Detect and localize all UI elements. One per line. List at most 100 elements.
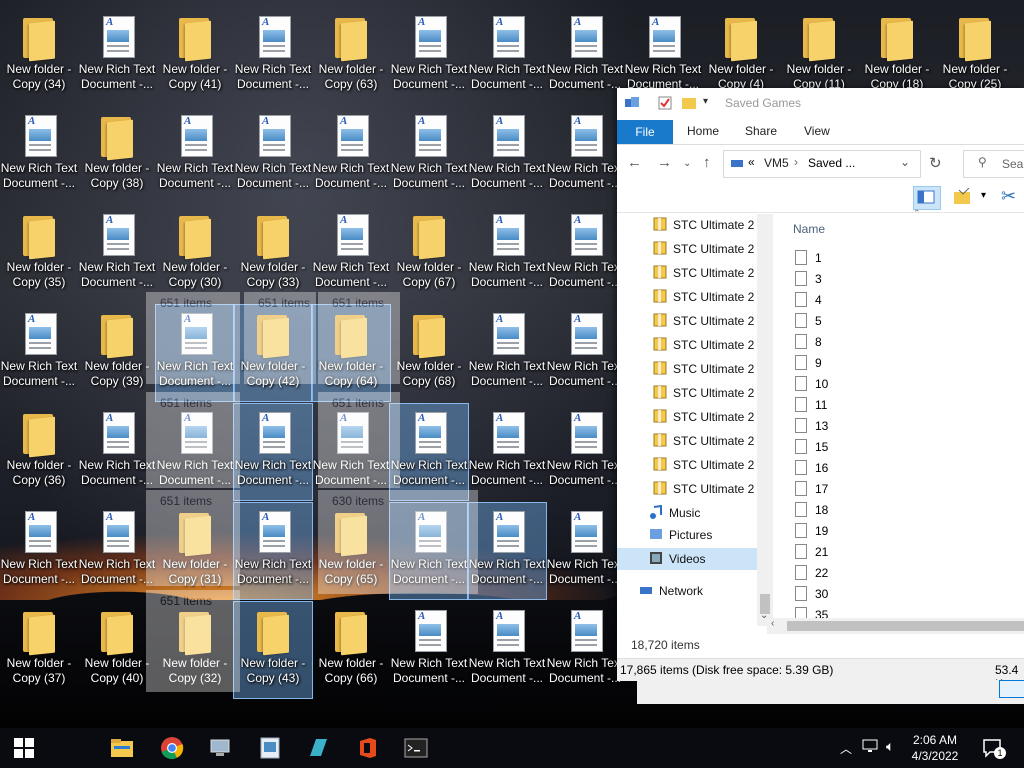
address-dropdown-icon[interactable]: ⌄ [900, 155, 910, 169]
nav-item[interactable]: STC Ultimate 2 [617, 358, 767, 380]
chrome-icon[interactable] [160, 736, 184, 760]
background-window-button[interactable] [999, 680, 1024, 698]
desktop-folder[interactable]: New folder - Copy (38) [78, 107, 156, 203]
nav-item[interactable]: STC Ultimate 2 [617, 382, 767, 404]
navigation-scrollbar[interactable]: ⌄ [757, 214, 773, 626]
desktop-document[interactable]: A New Rich Text Document -... [156, 107, 234, 203]
desktop-document[interactable]: A New Rich Text Document -... [0, 503, 78, 599]
desktop-document[interactable]: A New Rich Text Document -... [312, 107, 390, 203]
action-center-icon[interactable]: 1 [982, 737, 1006, 762]
desktop-folder[interactable]: New folder - Copy (39) [78, 305, 156, 401]
network-status-icon[interactable] [862, 738, 880, 757]
file-row[interactable]: 21 [795, 542, 995, 563]
volume-icon[interactable]: 🔈︎ [886, 738, 894, 755]
navigation-pane[interactable]: STC Ultimate 2 STC Ultimate 2 STC Ultimate… [617, 124, 767, 626]
quick-access-dropdown-icon[interactable]: ▾ [703, 96, 708, 107]
file-row[interactable]: 19 [795, 521, 995, 542]
tab-view[interactable]: View [804, 124, 830, 138]
network-computer-icon[interactable] [208, 736, 232, 760]
office-icon[interactable] [356, 736, 380, 760]
desktop-document[interactable]: A New Rich Text Document -... [78, 404, 156, 500]
desktop-document[interactable]: A New Rich Text Document -... [78, 503, 156, 599]
desktop-folder[interactable]: New folder - Copy (30) [156, 206, 234, 302]
desktop-document[interactable]: A New Rich Text Document -... [546, 404, 624, 500]
start-windows-icon[interactable] [14, 738, 38, 762]
desktop-document[interactable]: A New Rich Text Document -... [546, 602, 624, 698]
desktop-folder[interactable]: New folder - Copy (66) [312, 602, 390, 698]
file-row[interactable]: 18 [795, 500, 995, 521]
desktop-document[interactable]: A New Rich Text Document -... [468, 107, 546, 203]
file-row[interactable]: 30 [795, 584, 995, 605]
file-row[interactable]: 1 [795, 248, 995, 269]
desktop-document[interactable]: A New Rich Text Document -... [468, 8, 546, 104]
nav-item[interactable]: STC Ultimate 2 [617, 454, 767, 476]
desktop-folder[interactable]: New folder - Copy (67) [390, 206, 468, 302]
file-row[interactable]: 13 [795, 416, 995, 437]
column-header-name[interactable]: Name [793, 222, 825, 236]
file-row[interactable]: 22 [795, 563, 995, 584]
nav-item[interactable]: STC Ultimate 2 [617, 238, 767, 260]
horizontal-scrollbar[interactable]: ‹ [767, 618, 1024, 634]
nav-item[interactable]: Pictures [617, 524, 767, 546]
desktop-folder[interactable]: New folder - Copy (37) [0, 602, 78, 698]
nav-item[interactable]: STC Ultimate 2 [617, 478, 767, 500]
nav-item[interactable]: Videos [617, 548, 767, 570]
nav-item[interactable]: STC Ultimate 2 [617, 310, 767, 332]
notes-app-icon[interactable] [306, 736, 330, 760]
file-row[interactable]: 10 [795, 374, 995, 395]
file-row[interactable]: 17 [795, 479, 995, 500]
file-explorer-taskbar-icon[interactable] [110, 736, 134, 760]
desktop-document[interactable]: A New Rich Text Document -... [234, 8, 312, 104]
toolbar-dropdown-icon[interactable]: ▾ [981, 190, 986, 201]
desktop-document[interactable]: A New Rich Text Document -... [390, 107, 468, 203]
desktop-document[interactable]: A New Rich Text Document -... [390, 602, 468, 698]
desktop-folder[interactable]: New folder - Copy (43) [233, 601, 313, 699]
desktop-document[interactable]: A New Rich Text Document -... [546, 206, 624, 302]
desktop-document[interactable]: A New Rich Text Document -... [233, 502, 313, 600]
refresh-icon[interactable]: ↻ [929, 154, 942, 172]
desktop-folder[interactable]: New folder - Copy (63) [312, 8, 390, 104]
address-segment-saved-games[interactable]: Saved ... [808, 156, 855, 170]
select-all-icon[interactable] [953, 187, 973, 209]
file-list[interactable]: Name 1 3 4 5 8 9 10 11 13 15 16 17 18 19 21 22 30 35 [775, 214, 1024, 626]
nav-item[interactable]: STC Ultimate 2 [617, 406, 767, 428]
desktop-document[interactable]: A New Rich Text Document -... [467, 502, 547, 600]
cut-icon[interactable]: ✂ [1001, 186, 1016, 207]
desktop-document[interactable]: A New Rich Text Document -... [0, 305, 78, 401]
nav-item[interactable]: STC Ultimate 2 [617, 262, 767, 284]
file-row[interactable]: 15 [795, 437, 995, 458]
file-explorer-window[interactable]: ▾ Saved Games File Home Share View ← → ⌄… [617, 88, 1024, 691]
file-row[interactable]: 4 [795, 290, 995, 311]
desktop-document[interactable]: A New Rich Text Document -... [233, 403, 313, 501]
address-segment-vm5[interactable]: VM5 [764, 156, 789, 170]
desktop-document[interactable]: A New Rich Text Document -... [546, 503, 624, 599]
search-box[interactable]: ⚲ Sear [963, 150, 1024, 178]
desktop-document[interactable]: A New Rich Text Document -... [546, 305, 624, 401]
title-bar[interactable]: ▾ Saved Games [617, 88, 1024, 120]
desktop-document[interactable]: A New Rich Text Document -... [468, 206, 546, 302]
preview-pane-icon[interactable] [913, 186, 941, 210]
image-viewer-icon[interactable] [258, 736, 282, 760]
desktop-document[interactable]: A New Rich Text Document -... [312, 206, 390, 302]
quick-access-new-folder-icon[interactable] [681, 95, 697, 114]
desktop-document[interactable]: A New Rich Text Document -... [390, 8, 468, 104]
desktop-folder[interactable]: New folder - Copy (34) [0, 8, 78, 104]
desktop-document[interactable]: A New Rich Text Document -... [468, 602, 546, 698]
desktop-document[interactable]: A New Rich Text Document -... [389, 403, 469, 501]
desktop-document[interactable]: A New Rich Text Document -... [78, 8, 156, 104]
desktop-folder[interactable]: New folder - Copy (40) [78, 602, 156, 698]
desktop-folder[interactable]: New folder - Copy (68) [390, 305, 468, 401]
desktop-folder[interactable]: New folder - Copy (35) [0, 206, 78, 302]
desktop-document[interactable]: A New Rich Text Document -... [546, 8, 624, 104]
nav-item[interactable]: Network [617, 580, 767, 602]
nav-item[interactable]: STC Ultimate 2 [617, 334, 767, 356]
desktop-document[interactable]: A New Rich Text Document -... [468, 305, 546, 401]
desktop-folder[interactable]: New folder - Copy (33) [234, 206, 312, 302]
quick-access-properties-icon[interactable] [657, 95, 673, 114]
horizontal-scroll-thumb[interactable] [787, 621, 1024, 631]
desktop-document[interactable]: A New Rich Text Document -... [468, 404, 546, 500]
file-row[interactable]: 3 [795, 269, 995, 290]
file-row[interactable]: 8 [795, 332, 995, 353]
desktop-folder[interactable]: New folder - Copy (36) [0, 404, 78, 500]
nav-item[interactable]: STC Ultimate 2 [617, 286, 767, 308]
